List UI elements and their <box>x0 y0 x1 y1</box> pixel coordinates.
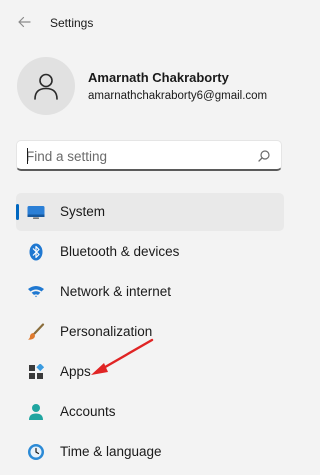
sidebar-item-bluetooth-devices[interactable]: Bluetooth & devices <box>16 233 284 271</box>
time-language-icon <box>27 443 45 461</box>
sidebar-nav: System Bluetooth & devices Network & int… <box>16 193 284 473</box>
sidebar-item-apps[interactable]: Apps <box>16 353 284 391</box>
sidebar-item-label: Bluetooth & devices <box>60 244 180 259</box>
sidebar-item-time-language[interactable]: Time & language <box>16 433 284 471</box>
bluetooth-icon <box>27 243 45 261</box>
selection-indicator <box>16 204 19 220</box>
profile-name: Amarnath Chakraborty <box>88 70 229 85</box>
sidebar-item-accounts[interactable]: Accounts <box>16 393 284 431</box>
window-title: Settings <box>50 16 94 30</box>
back-button[interactable] <box>12 10 36 34</box>
person-icon <box>34 73 58 100</box>
search-box[interactable] <box>16 140 282 171</box>
accounts-icon <box>27 403 45 421</box>
sidebar-item-personalization[interactable]: Personalization <box>16 313 284 351</box>
sidebar-item-label: Apps <box>60 364 91 379</box>
profile-email: amarnathchakraborty6@gmail.com <box>88 90 268 102</box>
brush-icon <box>27 323 45 341</box>
apps-icon <box>27 363 45 381</box>
title-bar: Settings <box>0 0 318 46</box>
text-cursor <box>27 148 28 164</box>
search-icon[interactable] <box>257 149 271 163</box>
search-input[interactable] <box>26 146 246 166</box>
sidebar-item-label: Time & language <box>60 444 162 459</box>
sidebar-item-label: Accounts <box>60 404 116 419</box>
back-arrow-icon <box>18 16 31 28</box>
sidebar-item-system[interactable]: System <box>16 193 284 231</box>
sidebar-item-label: System <box>60 204 106 219</box>
wifi-icon <box>27 283 45 301</box>
settings-window: Settings Amarnath Chakraborty amarnathch… <box>0 0 318 475</box>
avatar[interactable] <box>17 57 75 115</box>
user-profile[interactable]: Amarnath Chakraborty amarnathchakraborty… <box>17 57 307 117</box>
sidebar-item-label: Personalization <box>60 324 153 339</box>
system-icon <box>27 203 45 221</box>
sidebar-item-label: Network & internet <box>60 284 172 299</box>
sidebar-item-network-internet[interactable]: Network & internet <box>16 273 284 311</box>
